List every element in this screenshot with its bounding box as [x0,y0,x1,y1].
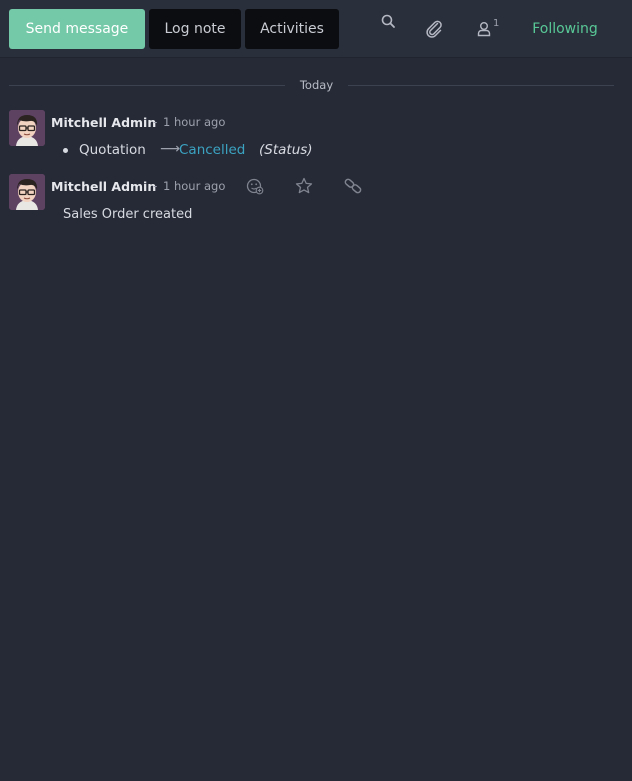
separator: - [153,179,158,193]
timestamp: 1 hour ago [163,179,226,193]
separator: - [153,115,158,129]
star-icon[interactable] [293,175,315,197]
followers-count: 1 [493,18,500,29]
activities-button[interactable]: Activities [245,9,339,49]
link-icon[interactable] [342,175,364,197]
author-name[interactable]: Mitchell Admin [51,179,156,194]
avatar[interactable] [9,174,45,210]
author-name[interactable]: Mitchell Admin [51,115,156,130]
timestamp: 1 hour ago [163,115,226,129]
arrow-right-icon: ⟶ [160,141,181,157]
divider [9,85,285,86]
add-reaction-icon[interactable] [244,175,266,197]
log-note-button[interactable]: Log note [149,9,241,49]
bullet [63,148,68,153]
avatar[interactable] [9,110,45,146]
tracking-field-name: Quotation [79,142,146,158]
date-label: Today [299,78,334,92]
paperclip-icon[interactable] [422,17,446,41]
following-button[interactable]: Following [520,9,610,49]
search-icon[interactable] [376,10,400,34]
tracking-new-value: Cancelled [179,142,246,158]
message-body: Sales Order created [63,207,193,222]
divider [348,85,614,86]
chatter-topbar: Send message Log note Activities 1 Follo… [0,0,632,58]
tracking-field-desc: (Status) [259,142,313,158]
date-separator: Today [9,76,614,96]
send-message-button[interactable]: Send message [9,9,145,49]
